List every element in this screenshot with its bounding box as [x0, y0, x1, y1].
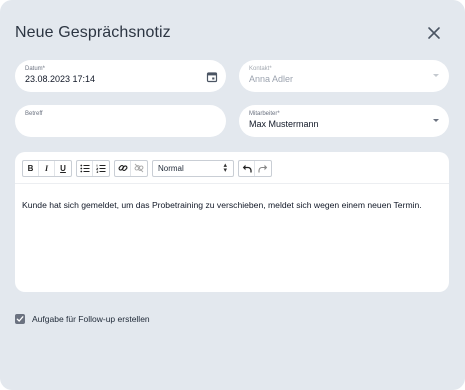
dialog: Neue Gesprächsnotiz Datum* 23.08.2023 17…	[0, 0, 465, 390]
italic-button[interactable]: I	[39, 160, 55, 176]
subject-label: Betreff	[25, 111, 43, 117]
date-value: 23.08.2023 17:14	[25, 74, 96, 84]
format-select-value: Normal	[158, 163, 184, 173]
calendar-icon[interactable]	[206, 70, 218, 83]
history-group	[238, 159, 272, 177]
followup-row[interactable]: Aufgabe für Follow-up erstellen	[15, 314, 150, 324]
editor-toolbar: B I U Normal ▴ ▾	[22, 159, 276, 177]
underline-button[interactable]: U	[55, 161, 71, 176]
contact-value: Anna Adler	[249, 74, 294, 84]
date-field[interactable]: Datum* 23.08.2023 17:14	[15, 60, 226, 92]
date-label: Datum*	[25, 66, 46, 72]
toolbar-divider	[15, 183, 449, 184]
format-select[interactable]: Normal ▴ ▾	[152, 159, 234, 177]
editor-content[interactable]: Kunde hat sich gemeldet, um das Probetra…	[22, 200, 422, 210]
employee-field[interactable]: Mitarbeiter* Max Mustermann	[239, 105, 449, 137]
chevron-down-icon	[433, 119, 439, 122]
undo-icon[interactable]	[239, 160, 255, 176]
select-arrows-icon: ▴ ▾	[223, 161, 227, 174]
unlink-icon[interactable]	[131, 161, 147, 176]
redo-icon[interactable]	[255, 161, 271, 176]
text-style-group: B I U	[22, 159, 72, 177]
employee-label: Mitarbeiter*	[249, 111, 280, 117]
link-icon[interactable]	[115, 160, 131, 176]
rich-text-editor[interactable]: B I U Normal ▴ ▾ Kunde hat sich gemeldet…	[15, 152, 449, 292]
dialog-title: Neue Gesprächsnotiz	[15, 24, 171, 41]
followup-label: Aufgabe für Follow-up erstellen	[32, 314, 150, 324]
employee-value: Max Mustermann	[249, 119, 319, 129]
checkmark-icon	[16, 316, 24, 322]
subject-field[interactable]: Betreff	[15, 105, 226, 137]
list-group	[76, 159, 110, 177]
followup-checkbox[interactable]	[15, 314, 25, 324]
chevron-down-icon	[433, 74, 439, 77]
numbered-list-icon[interactable]	[93, 161, 109, 176]
bullet-list-icon[interactable]	[77, 160, 93, 176]
contact-field[interactable]: Kontakt* Anna Adler	[239, 60, 449, 92]
close-icon[interactable]	[424, 23, 444, 43]
contact-label: Kontakt*	[249, 66, 272, 72]
link-group	[114, 159, 148, 177]
bold-button[interactable]: B	[23, 160, 39, 176]
